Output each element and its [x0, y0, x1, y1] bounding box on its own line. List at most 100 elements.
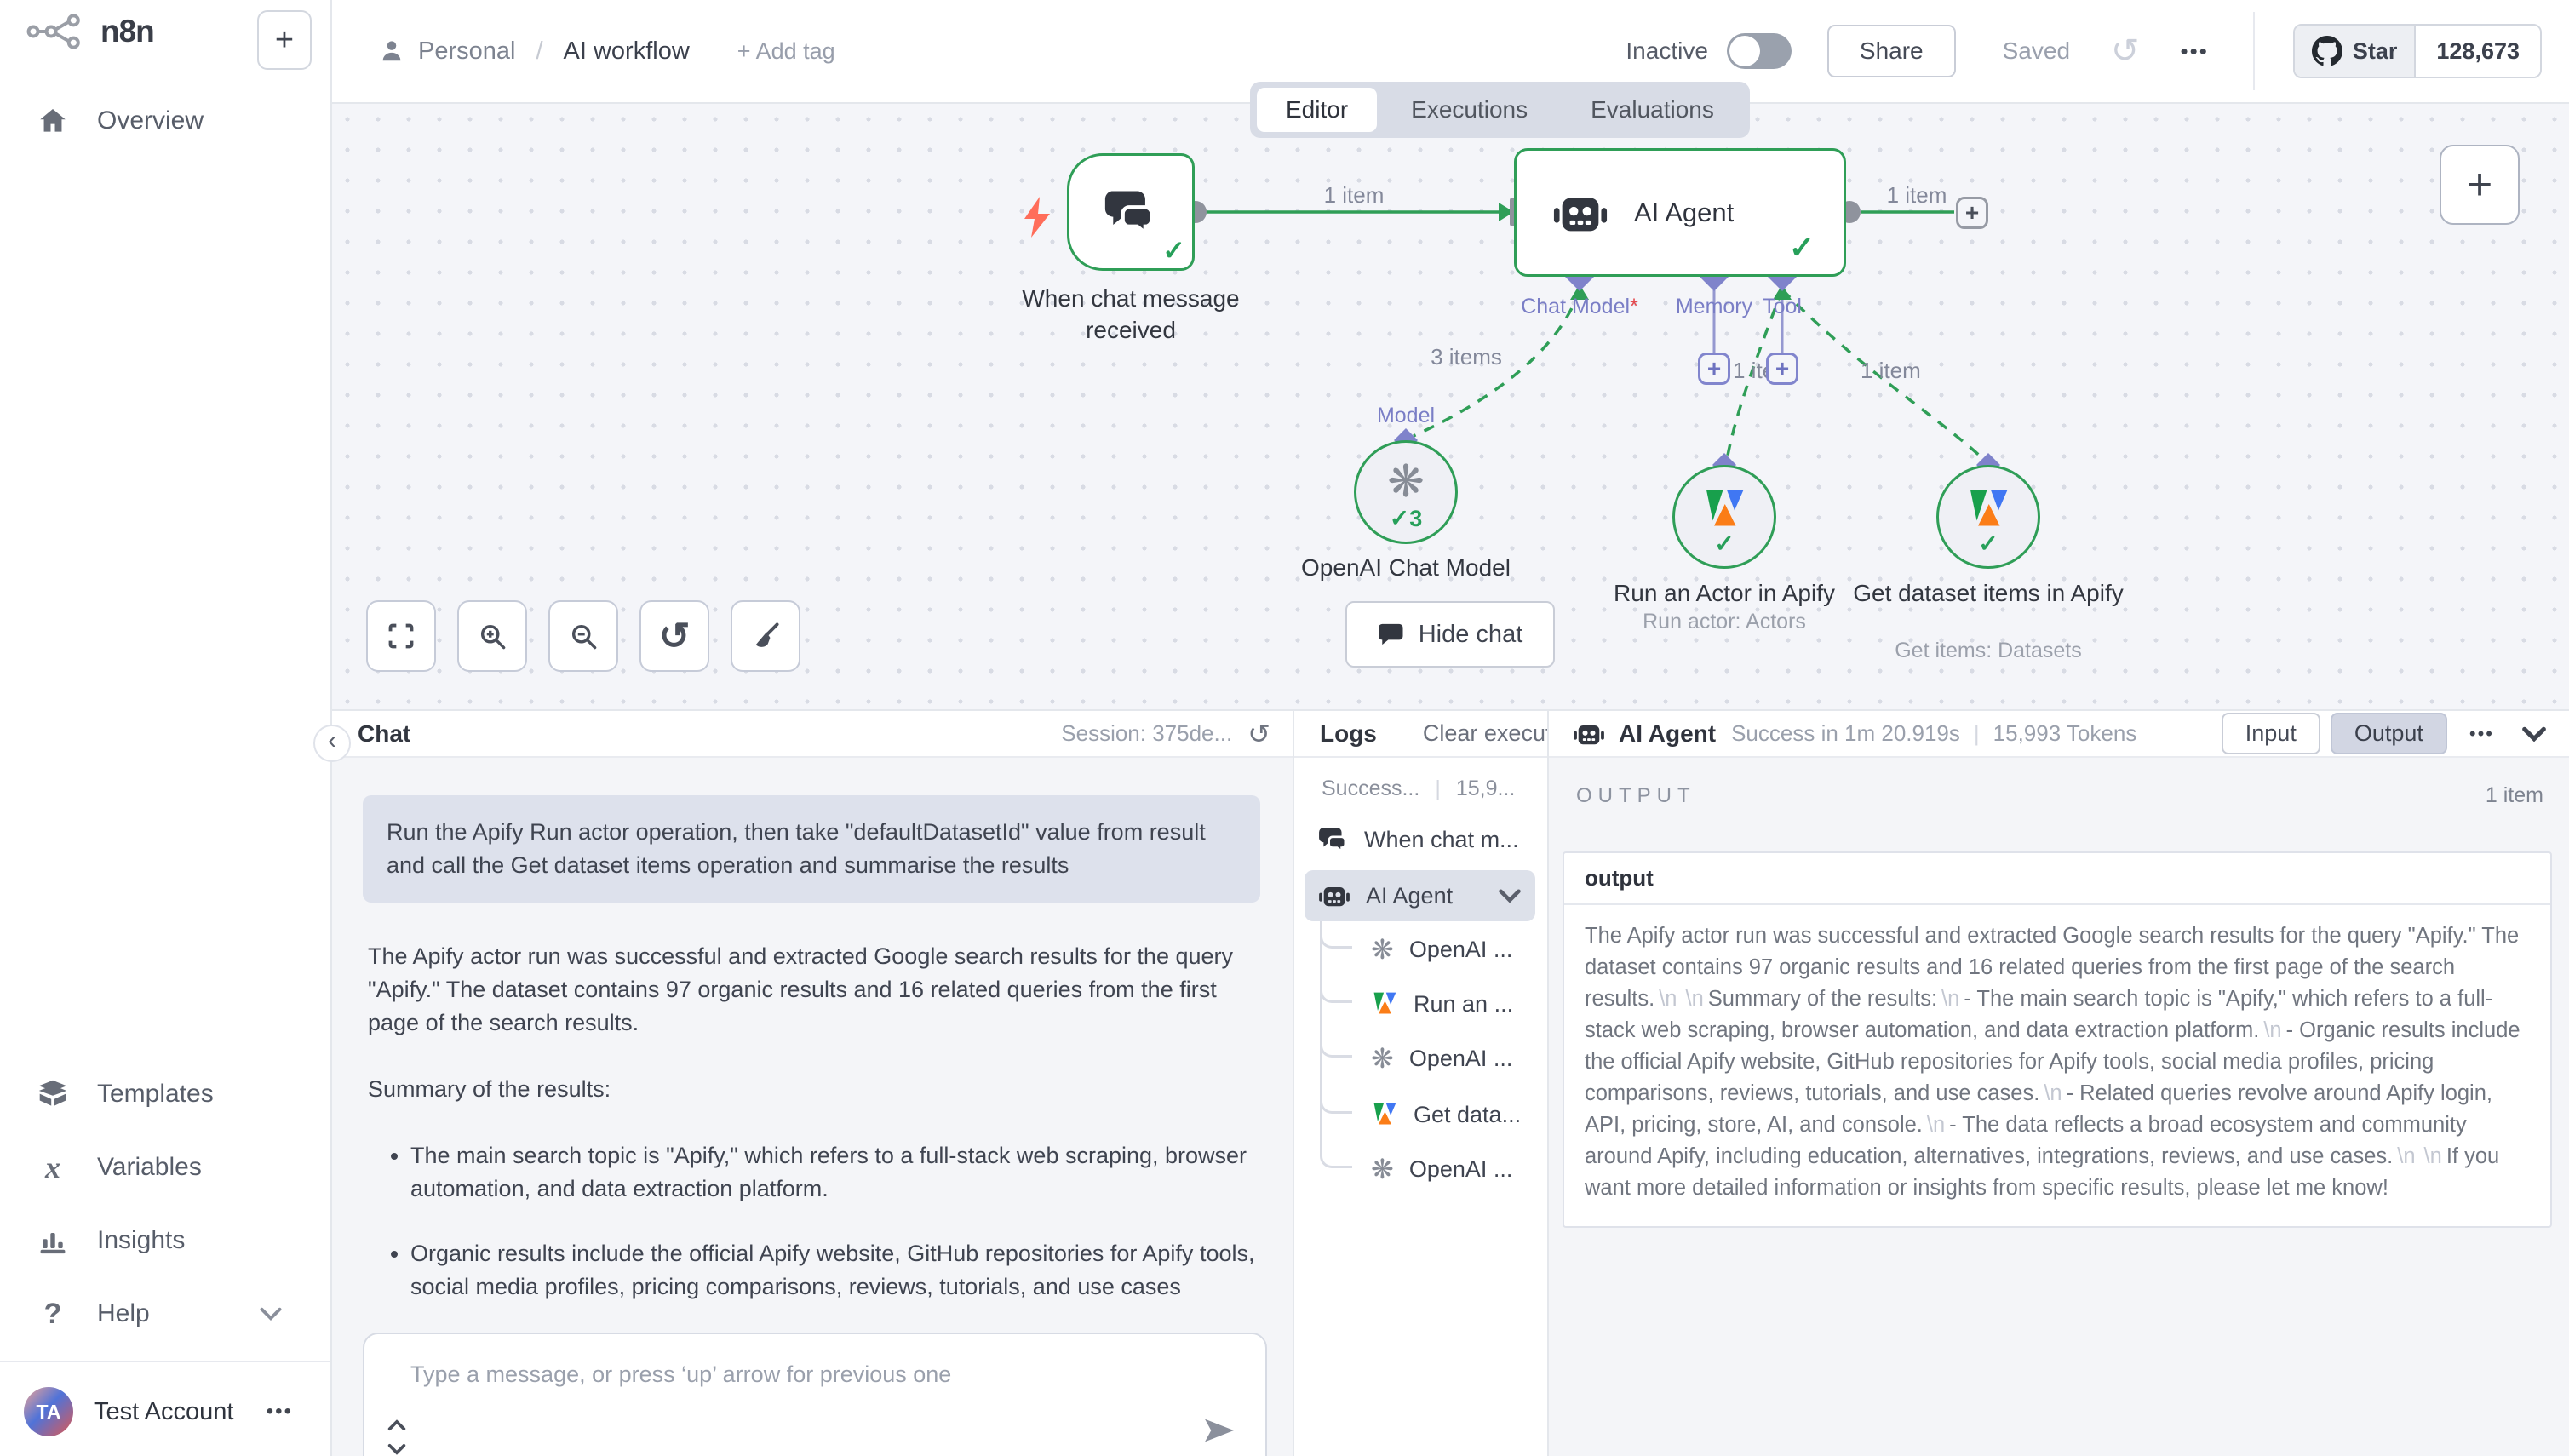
- toggle-knob: [1729, 36, 1760, 66]
- new-workflow-button[interactable]: +: [257, 10, 312, 70]
- node-ai-agent[interactable]: AI Agent ✓: [1514, 148, 1846, 277]
- input-tab-button[interactable]: Input: [2222, 713, 2320, 754]
- log-item-label: When chat m...: [1364, 827, 1519, 853]
- node-label-trigger: When chat message received: [1003, 283, 1259, 346]
- message-history-arrows[interactable]: [387, 1419, 407, 1455]
- collapse-panel-icon[interactable]: [2521, 725, 2547, 742]
- log-item-get-dataset[interactable]: Get data...: [1371, 1090, 1521, 1139]
- log-item-ai-agent[interactable]: AI Agent: [1305, 870, 1535, 921]
- robot-icon: [1318, 881, 1350, 910]
- share-button[interactable]: Share: [1827, 25, 1956, 77]
- node-get-dataset-apify[interactable]: ✓: [1936, 465, 2040, 569]
- breadcrumb-workflow-name[interactable]: AI workflow: [564, 37, 690, 66]
- bot-chat-message: The Apify actor run was successful and e…: [368, 940, 1259, 1304]
- workflow-canvas[interactable]: ✓ When chat message received: [332, 104, 2569, 709]
- reset-zoom-button[interactable]: ↺: [639, 600, 709, 672]
- add-tag-button[interactable]: + Add tag: [737, 38, 835, 65]
- node-label-run-actor: Run an Actor in Apify: [1580, 578, 1869, 609]
- avatar: TA: [24, 1387, 73, 1436]
- account-menu[interactable]: TA Test Account •••: [0, 1378, 330, 1446]
- sidebar-item-label: Variables: [97, 1153, 202, 1182]
- chat-transcript[interactable]: Run the Apify Run actor operation, then …: [332, 758, 1293, 1456]
- zoom-out-button[interactable]: [548, 600, 618, 672]
- robot-icon: [1573, 719, 1605, 748]
- add-memory-button[interactable]: +: [1698, 353, 1730, 385]
- required-asterisk: *: [1630, 295, 1638, 318]
- output-view[interactable]: OUTPUT 1 item output The Apify actor run…: [1549, 758, 2569, 1456]
- log-item-openai-3[interactable]: ❋ OpenAI ...: [1371, 1144, 1512, 1194]
- help-icon: ?: [36, 1298, 70, 1331]
- logs-tree: Success... | 15,9... When chat m... AI A…: [1294, 758, 1547, 1456]
- sidebar-item-label: Overview: [97, 106, 204, 135]
- sidebar-item-variables[interactable]: x Variables: [0, 1140, 330, 1195]
- trigger-flash-icon: [1020, 195, 1056, 239]
- zoom-in-button[interactable]: [457, 600, 527, 672]
- detail-node-tokens: 15,993 Tokens: [1993, 720, 2137, 747]
- logo-text: n8n: [100, 14, 154, 49]
- openai-icon: ❋: [1371, 1045, 1394, 1072]
- success-check-icon: ✓: [1978, 532, 1998, 556]
- sidebar-item-help[interactable]: ? Help: [0, 1287, 330, 1341]
- sidebar-item-label: Templates: [97, 1080, 214, 1109]
- log-item-run-actor[interactable]: Run an ...: [1371, 979, 1513, 1029]
- log-item-openai-1[interactable]: ❋ OpenAI ...: [1371, 925, 1512, 974]
- node-label-get-dataset: Get dataset items in Apify: [1844, 578, 2133, 609]
- tab-executions[interactable]: Executions: [1382, 88, 1557, 132]
- collapse-chat-button[interactable]: ‹: [313, 725, 351, 762]
- execution-status: Success...: [1322, 777, 1419, 801]
- robot-icon: [1552, 187, 1608, 238]
- bot-reply-bullet: The main search topic is "Apify," which …: [410, 1139, 1259, 1206]
- log-item-chat-trigger[interactable]: When chat m...: [1318, 814, 1519, 865]
- send-message-icon[interactable]: [1202, 1416, 1236, 1445]
- tab-evaluations[interactable]: Evaluations: [1562, 88, 1743, 132]
- log-item-label: AI Agent: [1366, 883, 1453, 909]
- chevron-up-icon[interactable]: [387, 1419, 407, 1431]
- output-tab-button[interactable]: Output: [2331, 713, 2447, 754]
- log-item-label: OpenAI ...: [1409, 937, 1513, 963]
- account-more-icon[interactable]: •••: [267, 1400, 293, 1424]
- add-node-button[interactable]: +: [1956, 197, 1988, 229]
- history-icon[interactable]: ↺: [2111, 32, 2140, 71]
- chevron-down-icon[interactable]: [387, 1443, 407, 1455]
- n8n-logo[interactable]: n8n: [24, 14, 154, 49]
- node-openai-chat-model[interactable]: ❋ ✓3: [1354, 440, 1458, 544]
- sidebar-item-label: Help: [97, 1299, 150, 1328]
- breadcrumb: Personal / AI workflow + Add tag: [379, 37, 835, 66]
- sidebar-item-overview[interactable]: Overview: [0, 94, 330, 148]
- chat-input-placeholder: Type a message, or press ‘up’ arrow for …: [410, 1361, 951, 1388]
- n8n-logo-icon: [24, 14, 85, 49]
- n8n-app: n8n + Overview Templates x Variables Ins…: [0, 0, 2569, 1456]
- run-badge: ✓3: [1390, 506, 1423, 532]
- openai-icon: ❋: [1387, 460, 1425, 504]
- logs-header: Logs Clear execut: [1294, 711, 1547, 758]
- open-nodes-panel-button[interactable]: +: [2440, 145, 2520, 225]
- node-chat-trigger[interactable]: ✓: [1067, 153, 1195, 271]
- hide-chat-button[interactable]: Hide chat: [1345, 601, 1555, 668]
- active-toggle[interactable]: [1727, 33, 1792, 69]
- log-item-label: Get data...: [1414, 1102, 1521, 1128]
- hide-chat-label: Hide chat: [1419, 621, 1523, 649]
- output-items-count: 1 item: [2486, 783, 2543, 808]
- user-chat-message: Run the Apify Run actor operation, then …: [363, 795, 1260, 903]
- refresh-session-icon[interactable]: ↺: [1247, 718, 1270, 750]
- node-run-actor-apify[interactable]: ✓: [1672, 465, 1776, 569]
- workflow-status-label: Inactive: [1626, 37, 1708, 65]
- workflow-more-icon[interactable]: •••: [2181, 38, 2209, 65]
- sidebar-item-templates[interactable]: Templates: [0, 1067, 330, 1121]
- saved-status: Saved: [2003, 37, 2070, 65]
- tab-editor[interactable]: Editor: [1257, 88, 1377, 132]
- chat-message-input[interactable]: Type a message, or press ‘up’ arrow for …: [363, 1333, 1267, 1456]
- sidebar-item-insights[interactable]: Insights: [0, 1213, 330, 1268]
- chevron-down-icon: [1498, 888, 1522, 903]
- zoom-to-fit-button[interactable]: [366, 600, 436, 672]
- github-star-count: 128,673: [2414, 26, 2540, 77]
- bot-reply-intro: The Apify actor run was successful and e…: [368, 940, 1259, 1040]
- github-star-widget[interactable]: Star 128,673: [2293, 24, 2542, 78]
- add-tool-button[interactable]: +: [1766, 353, 1798, 385]
- tidy-up-button[interactable]: [731, 600, 800, 672]
- breadcrumb-project[interactable]: Personal: [418, 37, 515, 66]
- detail-more-icon[interactable]: •••: [2469, 723, 2494, 745]
- log-item-openai-2[interactable]: ❋ OpenAI ...: [1371, 1034, 1512, 1083]
- log-item-label: OpenAI ...: [1409, 1046, 1513, 1072]
- clear-execution-button[interactable]: Clear execut: [1413, 720, 1547, 747]
